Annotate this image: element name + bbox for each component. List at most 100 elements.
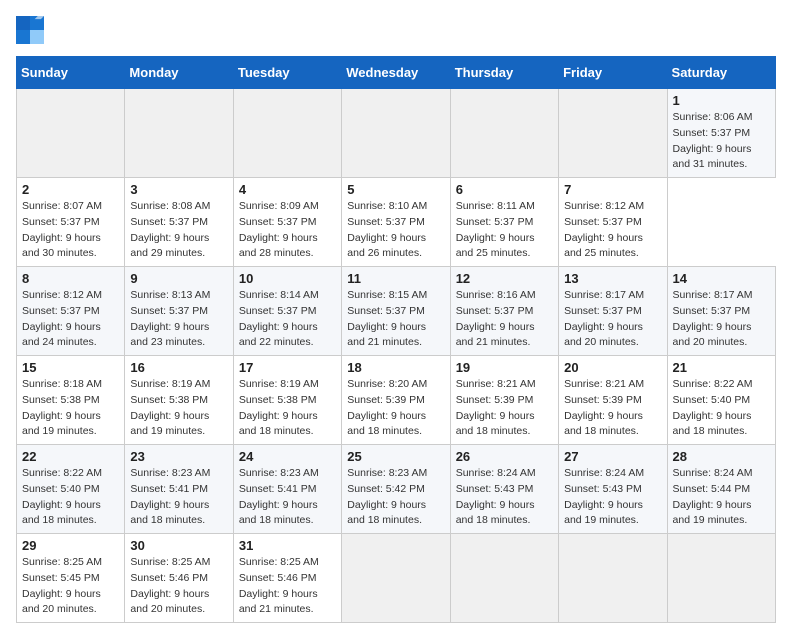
day-detail: Sunrise: 8:23 AMSunset: 5:42 PMDaylight:… xyxy=(347,466,444,529)
empty-cell xyxy=(559,89,667,178)
day-cell: 8 Sunrise: 8:12 AMSunset: 5:37 PMDaylight… xyxy=(17,267,125,356)
day-number: 24 xyxy=(239,449,336,464)
day-number: 13 xyxy=(564,271,661,286)
day-number: 12 xyxy=(456,271,553,286)
day-cell: 25 Sunrise: 8:23 AMSunset: 5:42 PMDayligh… xyxy=(342,445,450,534)
day-detail: Sunrise: 8:07 AMSunset: 5:37 PMDaylight:… xyxy=(22,199,119,262)
day-cell: 2Sunrise: 8:07 AMSunset: 5:37 PMDaylight… xyxy=(17,178,125,267)
day-cell: 21 Sunrise: 8:22 AMSunset: 5:40 PMDayligh… xyxy=(667,356,775,445)
day-number: 25 xyxy=(347,449,444,464)
calendar-header: SundayMondayTuesdayWednesdayThursdayFrid… xyxy=(17,57,776,89)
day-cell: 7Sunrise: 8:12 AMSunset: 5:37 PMDaylight… xyxy=(559,178,667,267)
header-day: Tuesday xyxy=(233,57,341,89)
logo xyxy=(16,16,48,44)
day-cell: 24 Sunrise: 8:23 AMSunset: 5:41 PMDayligh… xyxy=(233,445,341,534)
day-cell: 29 Sunrise: 8:25 AMSunset: 5:45 PMDayligh… xyxy=(17,534,125,623)
day-number: 19 xyxy=(456,360,553,375)
day-number: 14 xyxy=(673,271,770,286)
header-day: Saturday xyxy=(667,57,775,89)
header-day: Monday xyxy=(125,57,233,89)
day-cell: 30 Sunrise: 8:25 AMSunset: 5:46 PMDayligh… xyxy=(125,534,233,623)
day-cell: 11Sunrise: 8:15 AMSunset: 5:37 PMDayligh… xyxy=(342,267,450,356)
empty-cell xyxy=(450,534,558,623)
day-detail: Sunrise: 8:23 AMSunset: 5:41 PMDaylight:… xyxy=(130,466,227,529)
day-cell: 18 Sunrise: 8:20 AMSunset: 5:39 PMDayligh… xyxy=(342,356,450,445)
day-number: 30 xyxy=(130,538,227,553)
day-detail: Sunrise: 8:23 AMSunset: 5:41 PMDaylight:… xyxy=(239,466,336,529)
day-number: 3 xyxy=(130,182,227,197)
empty-cell xyxy=(125,89,233,178)
day-cell: 28 Sunrise: 8:24 AMSunset: 5:44 PMDayligh… xyxy=(667,445,775,534)
day-detail: Sunrise: 8:25 AMSunset: 5:45 PMDaylight:… xyxy=(22,555,119,618)
day-cell: 22 Sunrise: 8:22 AMSunset: 5:40 PMDayligh… xyxy=(17,445,125,534)
day-detail: Sunrise: 8:19 AMSunset: 5:38 PMDaylight:… xyxy=(130,377,227,440)
day-number: 21 xyxy=(673,360,770,375)
day-detail: Sunrise: 8:19 AMSunset: 5:38 PMDaylight:… xyxy=(239,377,336,440)
header-day: Friday xyxy=(559,57,667,89)
header-day: Sunday xyxy=(17,57,125,89)
day-detail: Sunrise: 8:16 AMSunset: 5:37 PMDaylight:… xyxy=(456,288,553,351)
calendar-body: 1 Sunrise: 8:06 AMSunset: 5:37 PMDaylight… xyxy=(17,89,776,623)
day-number: 1 xyxy=(673,93,770,108)
day-cell: 4Sunrise: 8:09 AMSunset: 5:37 PMDaylight… xyxy=(233,178,341,267)
day-detail: Sunrise: 8:12 AMSunset: 5:37 PMDaylight:… xyxy=(564,199,661,262)
day-detail: Sunrise: 8:18 AMSunset: 5:38 PMDaylight:… xyxy=(22,377,119,440)
day-cell: 26Sunrise: 8:24 AMSunset: 5:43 PMDayligh… xyxy=(450,445,558,534)
day-detail: Sunrise: 8:10 AMSunset: 5:37 PMDaylight:… xyxy=(347,199,444,262)
day-detail: Sunrise: 8:24 AMSunset: 5:44 PMDaylight:… xyxy=(673,466,770,529)
day-number: 10 xyxy=(239,271,336,286)
day-detail: Sunrise: 8:06 AMSunset: 5:37 PMDaylight:… xyxy=(673,110,770,173)
day-cell: 15Sunrise: 8:18 AMSunset: 5:38 PMDayligh… xyxy=(17,356,125,445)
day-cell: 16 Sunrise: 8:19 AMSunset: 5:38 PMDayligh… xyxy=(125,356,233,445)
day-number: 22 xyxy=(22,449,119,464)
day-cell: 6Sunrise: 8:11 AMSunset: 5:37 PMDaylight… xyxy=(450,178,558,267)
day-number: 26 xyxy=(456,449,553,464)
logo-icon xyxy=(16,16,44,44)
day-number: 28 xyxy=(673,449,770,464)
calendar-table: SundayMondayTuesdayWednesdayThursdayFrid… xyxy=(16,56,776,623)
calendar-row: 22 Sunrise: 8:22 AMSunset: 5:40 PMDayligh… xyxy=(17,445,776,534)
empty-cell xyxy=(342,534,450,623)
day-number: 6 xyxy=(456,182,553,197)
day-detail: Sunrise: 8:25 AMSunset: 5:46 PMDaylight:… xyxy=(130,555,227,618)
day-number: 8 xyxy=(22,271,119,286)
day-detail: Sunrise: 8:22 AMSunset: 5:40 PMDaylight:… xyxy=(22,466,119,529)
header-row: SundayMondayTuesdayWednesdayThursdayFrid… xyxy=(17,57,776,89)
empty-cell xyxy=(17,89,125,178)
day-cell: 10 Sunrise: 8:14 AMSunset: 5:37 PMDayligh… xyxy=(233,267,341,356)
empty-cell xyxy=(667,534,775,623)
day-detail: Sunrise: 8:20 AMSunset: 5:39 PMDaylight:… xyxy=(347,377,444,440)
empty-cell xyxy=(559,534,667,623)
day-detail: Sunrise: 8:17 AMSunset: 5:37 PMDaylight:… xyxy=(564,288,661,351)
day-cell: 23Sunrise: 8:23 AMSunset: 5:41 PMDayligh… xyxy=(125,445,233,534)
day-detail: Sunrise: 8:24 AMSunset: 5:43 PMDaylight:… xyxy=(564,466,661,529)
day-number: 20 xyxy=(564,360,661,375)
day-cell: 12 Sunrise: 8:16 AMSunset: 5:37 PMDayligh… xyxy=(450,267,558,356)
empty-cell xyxy=(342,89,450,178)
day-cell: 13 Sunrise: 8:17 AMSunset: 5:37 PMDayligh… xyxy=(559,267,667,356)
calendar-row: 29 Sunrise: 8:25 AMSunset: 5:45 PMDayligh… xyxy=(17,534,776,623)
day-detail: Sunrise: 8:14 AMSunset: 5:37 PMDaylight:… xyxy=(239,288,336,351)
day-cell: 9Sunrise: 8:13 AMSunset: 5:37 PMDaylight… xyxy=(125,267,233,356)
day-number: 27 xyxy=(564,449,661,464)
day-cell: 5Sunrise: 8:10 AMSunset: 5:37 PMDaylight… xyxy=(342,178,450,267)
calendar-row: 1 Sunrise: 8:06 AMSunset: 5:37 PMDaylight… xyxy=(17,89,776,178)
day-cell: 17Sunrise: 8:19 AMSunset: 5:38 PMDayligh… xyxy=(233,356,341,445)
day-number: 16 xyxy=(130,360,227,375)
day-detail: Sunrise: 8:09 AMSunset: 5:37 PMDaylight:… xyxy=(239,199,336,262)
day-cell: 3Sunrise: 8:08 AMSunset: 5:37 PMDaylight… xyxy=(125,178,233,267)
day-number: 18 xyxy=(347,360,444,375)
day-detail: Sunrise: 8:25 AMSunset: 5:46 PMDaylight:… xyxy=(239,555,336,618)
day-cell: 19Sunrise: 8:21 AMSunset: 5:39 PMDayligh… xyxy=(450,356,558,445)
day-detail: Sunrise: 8:21 AMSunset: 5:39 PMDaylight:… xyxy=(564,377,661,440)
day-number: 9 xyxy=(130,271,227,286)
day-detail: Sunrise: 8:12 AMSunset: 5:37 PMDaylight:… xyxy=(22,288,119,351)
header xyxy=(16,16,776,44)
calendar-row: 2Sunrise: 8:07 AMSunset: 5:37 PMDaylight… xyxy=(17,178,776,267)
header-day: Wednesday xyxy=(342,57,450,89)
day-number: 29 xyxy=(22,538,119,553)
calendar-row: 8 Sunrise: 8:12 AMSunset: 5:37 PMDaylight… xyxy=(17,267,776,356)
empty-cell xyxy=(233,89,341,178)
day-detail: Sunrise: 8:22 AMSunset: 5:40 PMDaylight:… xyxy=(673,377,770,440)
day-detail: Sunrise: 8:15 AMSunset: 5:37 PMDaylight:… xyxy=(347,288,444,351)
